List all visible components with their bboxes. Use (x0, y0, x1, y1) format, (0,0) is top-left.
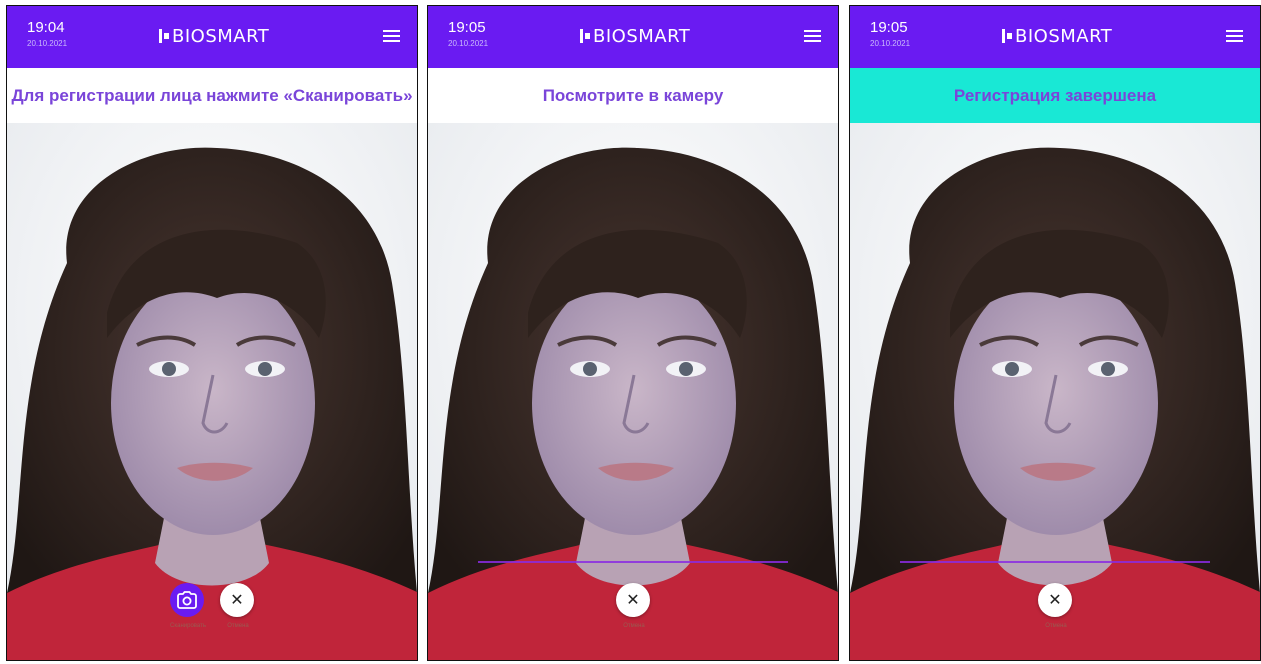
camera-icon (177, 591, 197, 609)
cancel-button-label: Отмена (623, 623, 645, 629)
phone-screen-look-at-camera: 19:05 20.10.2021 BIOSMART Посмотрите в к… (427, 5, 839, 661)
cancel-button[interactable]: ✕ (220, 583, 254, 617)
hamburger-menu-icon[interactable] (1226, 30, 1243, 43)
clock-time: 19:04 (27, 19, 65, 36)
biosmart-logo: BIOSMART (1002, 25, 1112, 47)
camera-preview (850, 123, 1260, 660)
logo-text: BIOSMART (1015, 25, 1113, 47)
success-banner: Регистрация завершена (850, 68, 1260, 123)
clock-date: 20.10.2021 (870, 39, 911, 48)
cancel-button-label: Отмена (227, 623, 249, 629)
phone-screen-registration-complete: 19:05 20.10.2021 BIOSMART Регистрация за… (849, 5, 1261, 661)
face-photo (7, 123, 417, 660)
scan-button[interactable] (170, 583, 204, 617)
top-bar: 19:04 20.10.2021 BIOSMART (7, 6, 417, 68)
phone-screen-scan-prompt: 19:04 20.10.2021 BIOSMART Для регистраци… (6, 5, 418, 661)
action-buttons: ✕ (7, 583, 417, 617)
clock-date: 20.10.2021 (27, 39, 68, 48)
close-icon: ✕ (626, 590, 640, 609)
instruction-banner: Посмотрите в камеру (428, 68, 838, 123)
clock-date: 20.10.2021 (448, 39, 489, 48)
camera-preview (7, 123, 417, 660)
cancel-button[interactable]: ✕ (1038, 583, 1072, 617)
biosmart-logo: BIOSMART (580, 25, 690, 47)
close-icon: ✕ (1048, 590, 1062, 609)
cancel-button-label: Отмена (1045, 623, 1067, 629)
hamburger-menu-icon[interactable] (383, 30, 400, 43)
logo-text: BIOSMART (172, 25, 270, 47)
action-buttons: ✕ (428, 583, 838, 617)
logo-mark-icon (580, 29, 590, 43)
cancel-button[interactable]: ✕ (616, 583, 650, 617)
scan-button-label: Сканировать (170, 623, 206, 629)
clock-time: 19:05 (870, 19, 908, 36)
logo-text: BIOSMART (593, 25, 691, 47)
top-bar: 19:05 20.10.2021 BIOSMART (428, 6, 838, 68)
face-photo (428, 123, 838, 660)
camera-preview (428, 123, 838, 660)
scan-progress-line (478, 561, 788, 563)
top-bar: 19:05 20.10.2021 BIOSMART (850, 6, 1260, 68)
close-icon: ✕ (230, 590, 244, 609)
scan-progress-line (900, 561, 1210, 563)
action-buttons: ✕ (850, 583, 1260, 617)
clock-time: 19:05 (448, 19, 486, 36)
logo-mark-icon (159, 29, 169, 43)
instruction-banner: Для регистрации лица нажмите «Сканироват… (7, 68, 417, 123)
hamburger-menu-icon[interactable] (804, 30, 821, 43)
logo-mark-icon (1002, 29, 1012, 43)
biosmart-logo: BIOSMART (159, 25, 269, 47)
face-photo (850, 123, 1260, 660)
